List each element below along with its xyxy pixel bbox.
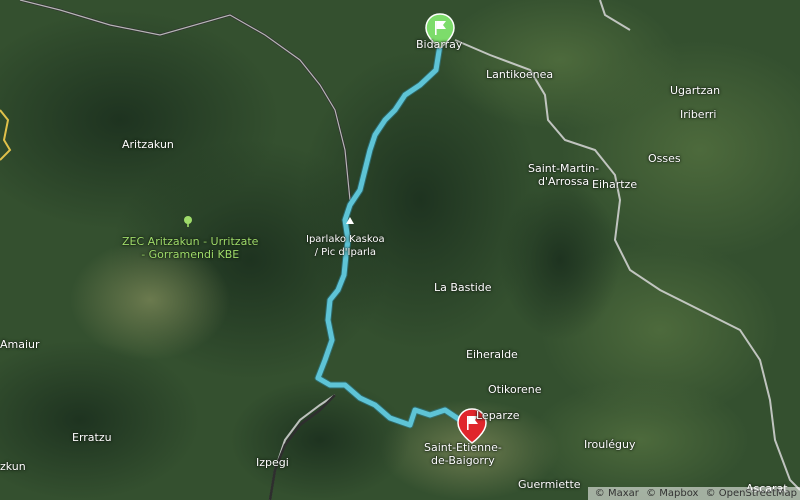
place-label-amaiur: Amaiur: [0, 338, 40, 351]
place-label-lantikoenea: Lantikoenea: [486, 68, 554, 81]
place-label-bidarray: Bidarray: [416, 38, 463, 51]
place-label-zkun: zkun: [0, 460, 26, 473]
place-label-saint-etienne: Saint-Etienne- de-Baigorry: [424, 441, 502, 467]
map-attribution[interactable]: © Maxar © Mapbox © OpenStreetMap: [587, 487, 800, 500]
place-label-irouleguy: Irouléguy: [584, 438, 636, 451]
attribution-maxar[interactable]: © Maxar: [595, 488, 639, 499]
place-label-zec: ZEC Aritzakun - Urritzate - Gorramendi K…: [122, 235, 259, 261]
place-label-la-bastide: La Bastide: [434, 281, 492, 294]
place-label-eiheralde: Eiheralde: [466, 348, 518, 361]
place-label-ugartzan: Ugartzan: [670, 84, 721, 97]
place-label-iriberri: Iriberri: [680, 108, 717, 121]
place-label-otikorene: Otikorene: [488, 383, 542, 396]
tree-icon: [184, 216, 192, 227]
attribution-mapbox[interactable]: © Mapbox: [646, 488, 698, 499]
place-label-erratzu: Erratzu: [72, 431, 112, 444]
place-label-eihartze: Eihartze: [592, 178, 638, 191]
place-label-iparla: Iparlako Kaskoa / Pic d'Iparla: [306, 234, 385, 258]
attribution-osm[interactable]: © OpenStreetMap: [706, 488, 797, 499]
map-view[interactable]: Bidarray Lantikoenea Ugartzan Iriberri A…: [0, 0, 800, 500]
place-label-izpegi: Izpegi: [256, 456, 289, 469]
place-label-guermiette: Guermiette: [518, 478, 581, 491]
route-layer: [184, 13, 487, 444]
place-label-saint-martin: Saint-Martin- d'Arrossa: [528, 162, 600, 188]
place-label-leparze: Leparze: [476, 409, 520, 422]
place-label-aritzakun: Aritzakun: [122, 138, 174, 151]
place-label-osses: Osses: [648, 152, 681, 165]
